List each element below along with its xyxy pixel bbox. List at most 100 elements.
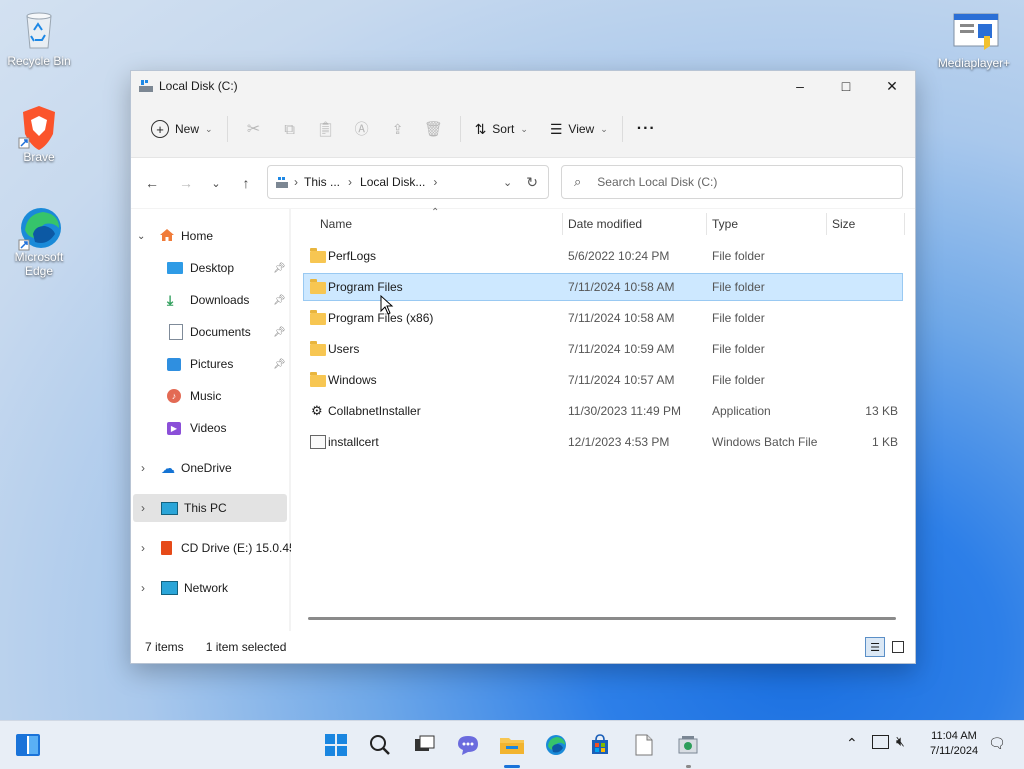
file-explorer-taskbar-button[interactable] [498,731,526,759]
pin-icon: 📌︎ [273,358,286,370]
desktop-icon-recycle-bin[interactable]: Recycle Bin [1,8,77,68]
chevron-down-icon: ⌄ [520,123,528,134]
file-type: Windows Batch File [712,435,818,449]
column-header-date[interactable]: Date modified [568,209,704,239]
chat-button[interactable] [454,731,482,759]
file-row[interactable]: installcert 12/1/2023 4:53 PM Windows Ba… [304,429,902,455]
item-count: 7 items [145,640,184,654]
desktop-icon-edge[interactable]: Microsoft Edge [1,204,77,278]
sort-button[interactable]: ⇅ Sort ⌄ [469,111,534,147]
task-view-button[interactable] [410,731,438,759]
sidebar-item-network[interactable]: › Network [141,574,228,602]
back-button[interactable]: ← [135,166,169,200]
sidebar-item-downloads[interactable]: ⤓ Downloads 📌︎ [167,286,289,314]
breadcrumb-this-pc[interactable]: This ... [304,175,340,189]
volume-muted-icon[interactable]: 🔇︎ [896,733,905,750]
share-button[interactable]: ⇪ [380,111,416,147]
column-header-name[interactable]: Name [320,209,560,239]
sidebar-item-onedrive[interactable]: › ☁ OneDrive [141,454,232,482]
file-row[interactable]: Windows 7/11/2024 10:57 AM File folder [304,367,902,393]
desktop-icon-mediaplayer[interactable]: Mediaplayer+ [936,10,1012,70]
file-list: ⌃ Name Date modified Type Size PerfLogs … [291,207,915,631]
sidebar-item-this-pc[interactable]: › This PC [133,494,287,522]
batch-file-icon [310,435,326,449]
up-button[interactable]: ↑ [229,166,263,200]
sidebar-item-documents[interactable]: Documents 📌︎ [167,318,289,346]
chevron-right-icon: › [141,501,145,515]
title-bar[interactable]: Local Disk (C:) – □ ✕ [131,71,915,101]
notepad-taskbar-button[interactable] [630,731,658,759]
see-more-button[interactable]: ··· [631,111,662,147]
desktop-icon-label: Brave [23,150,55,164]
chevron-up-icon[interactable]: ⌃ [846,735,858,752]
clock[interactable]: 11:04 AM 7/11/2024 [920,729,988,759]
column-divider[interactable] [826,213,827,235]
address-dropdown-button[interactable]: ⌄ [503,176,512,189]
address-bar[interactable]: › This ... › Local Disk... › ⌄ ↻ [267,165,549,199]
toolbar-divider [226,116,228,142]
refresh-button[interactable]: ↻ [526,174,538,191]
file-type: File folder [712,280,765,294]
view-button[interactable]: ☰ View ⌄ [544,111,614,147]
copy-button[interactable]: ⧉ [272,111,308,147]
maximize-button[interactable]: □ [823,71,869,101]
file-row[interactable]: PerfLogs 5/6/2022 10:24 PM File folder [304,243,902,269]
rename-button[interactable]: Ⓐ [344,111,380,147]
cut-button[interactable]: ✂ [236,111,272,147]
folder-icon [310,310,326,328]
large-icons-view-button[interactable] [889,638,907,656]
sidebar-item-music[interactable]: ♪ Music [167,382,289,410]
plus-circle-icon: + [151,120,169,138]
sidebar-item-videos[interactable]: ▶ Videos [167,414,289,442]
desktop-icon-brave[interactable]: Brave [1,104,77,164]
file-date: 7/11/2024 10:57 AM [568,373,675,387]
column-divider[interactable] [706,213,707,235]
file-row[interactable]: Users 7/11/2024 10:59 AM File folder [304,336,902,362]
store-taskbar-button[interactable] [586,731,614,759]
sidebar-item-desktop[interactable]: Desktop 📌︎ [167,254,289,282]
edge-taskbar-button[interactable] [542,731,570,759]
column-divider[interactable] [904,213,905,235]
installer-taskbar-button[interactable] [674,731,702,759]
sidebar-item-label: Videos [190,421,227,435]
download-arrow-icon: ⤓ [167,291,174,308]
column-header-size[interactable]: Size [832,209,902,239]
widgets-button[interactable] [14,731,42,759]
sidebar-item-home[interactable]: ⌄ Home [137,222,213,250]
breadcrumb-local-disk[interactable]: Local Disk... [360,175,425,189]
new-button[interactable]: + New ⌄ [145,111,219,147]
videos-icon: ▶ [167,421,181,435]
widgets-icon [16,734,40,756]
start-button[interactable] [322,731,350,759]
clock-time: 11:04 AM [931,730,977,742]
column-divider[interactable] [562,213,563,235]
desktop-icon-label: Mediaplayer+ [937,56,1011,70]
minimize-button[interactable]: – [777,71,823,101]
drive-icon [276,176,288,188]
sidebar-item-pictures[interactable]: Pictures 📌︎ [167,350,289,378]
mouse-pointer-icon [380,294,394,318]
delete-button[interactable]: 🗑︎ [416,111,452,147]
notifications-icon[interactable]: 🗨︎ [988,735,1006,752]
office-icon [161,541,172,555]
paste-button[interactable]: 📋︎ [308,111,344,147]
close-button[interactable]: ✕ [869,71,915,101]
sidebar-item-cd-drive[interactable]: › CD Drive (E:) 15.0.45 [141,534,296,562]
column-header-type[interactable]: Type [712,209,824,239]
search-box[interactable]: ⌕ Search Local Disk (C:) [561,165,903,199]
toolbar-divider [621,116,623,142]
search-input[interactable]: Search Local Disk (C:) [597,175,717,189]
column-header-label: Type [712,217,739,231]
file-row[interactable]: ⚙ CollabnetInstaller 11/30/2023 11:49 PM… [304,398,902,424]
details-view-button[interactable]: ☰ [865,637,885,657]
cloud-icon: ☁ [161,459,175,476]
folder-icon [500,738,524,754]
toolbar-divider [459,116,461,142]
search-button[interactable] [366,731,394,759]
sort-icon: ⇅ [474,120,487,137]
network-status-icon[interactable] [872,735,889,749]
forward-button[interactable]: → [169,166,203,200]
horizontal-scrollbar[interactable] [308,617,896,620]
status-bar: 7 items 1 item selected ☰ [131,631,915,663]
recent-locations-button[interactable]: ⌄ [203,166,229,200]
